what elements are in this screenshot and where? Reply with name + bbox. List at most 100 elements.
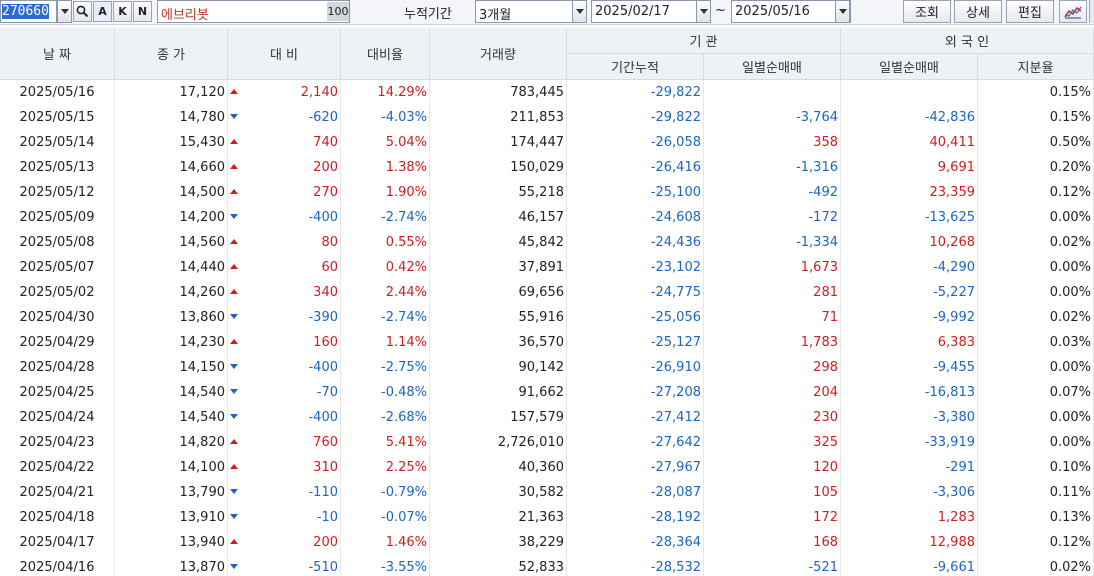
table-row[interactable]: 2025/04/23 14,820 760 5.41% 2,726,010 -27,642… bbox=[0, 430, 1094, 455]
down-arrow-icon bbox=[230, 564, 238, 569]
date-cell: 2025/04/22 bbox=[0, 455, 115, 480]
change-cell: 340 bbox=[228, 280, 341, 305]
table-row[interactable]: 2025/05/12 14,500 270 1.90% 55,218 -25,100 -49… bbox=[0, 180, 1094, 205]
table-row[interactable]: 2025/04/17 13,940 200 1.46% 38,229 -28,364 168… bbox=[0, 530, 1094, 555]
stock-code-input[interactable]: 270660 bbox=[0, 0, 57, 23]
change-cell: 310 bbox=[228, 455, 341, 480]
header-date[interactable]: 날 짜 bbox=[0, 28, 115, 80]
table-row[interactable]: 2025/04/29 14,230 160 1.14% 36,570 -25,127 1,7… bbox=[0, 330, 1094, 355]
period-dropdown-button[interactable] bbox=[572, 0, 587, 23]
inst-cumulative-cell: -27,642 bbox=[567, 430, 704, 455]
date-cell: 2025/05/13 bbox=[0, 155, 115, 180]
volume-cell: 40,360 bbox=[430, 455, 567, 480]
table-row[interactable]: 2025/05/07 14,440 60 0.42% 37,891 -23,102 1,67… bbox=[0, 255, 1094, 280]
table-row[interactable]: 2025/05/14 15,430 740 5.04% 174,447 -26,058 35… bbox=[0, 130, 1094, 155]
query-button[interactable]: 조회 bbox=[903, 0, 951, 23]
foreign-share-cell: 0.15% bbox=[978, 105, 1094, 130]
header-close[interactable]: 종 가 bbox=[115, 28, 228, 80]
table-row[interactable]: 2025/05/09 14,200 -400 -2.74% 46,157 -24,608-… bbox=[0, 205, 1094, 230]
stock-code-dropdown-button[interactable] bbox=[57, 0, 72, 23]
inst-cumulative-cell: -24,608 bbox=[567, 205, 704, 230]
table-row[interactable]: 2025/04/24 14,540 -400 -2.68% 157,579 -27,412… bbox=[0, 405, 1094, 430]
down-arrow-icon bbox=[230, 214, 238, 219]
foreign-daily-cell: -9,992 bbox=[841, 305, 978, 330]
up-arrow-icon bbox=[230, 89, 238, 94]
change-rate-cell: 0.42% bbox=[341, 255, 430, 280]
change-cell: 270 bbox=[228, 180, 341, 205]
change-cell: 740 bbox=[228, 130, 341, 155]
date-cell: 2025/04/23 bbox=[0, 430, 115, 455]
table-row[interactable]: 2025/04/28 14,150 -400 -2.75% 90,142 -26,910 2… bbox=[0, 355, 1094, 380]
foreign-share-cell: 0.11% bbox=[978, 480, 1094, 505]
header-inst-cumulative[interactable]: 기간누적 bbox=[567, 54, 704, 80]
change-rate-cell: -2.75% bbox=[341, 355, 430, 380]
date-to-field[interactable]: 2025/05/16 bbox=[731, 0, 851, 23]
table-row[interactable]: 2025/05/08 14,560 80 0.55% 45,842 -24,436 -1,3… bbox=[0, 230, 1094, 255]
header-foreign-share[interactable]: 지분율 bbox=[978, 54, 1094, 80]
header-foreign-group: 외 국 인 bbox=[841, 28, 1094, 54]
change-cell: 160 bbox=[228, 330, 341, 355]
stock-name-field[interactable]: 에브리봇 100 bbox=[157, 0, 350, 23]
search-button[interactable] bbox=[73, 1, 92, 22]
table-row[interactable]: 2025/05/02 14,260 340 2.44% 69,656 -24,775 281… bbox=[0, 280, 1094, 305]
table-row[interactable]: 2025/04/22 14,100 310 2.25% 40,360 -27,967 120… bbox=[0, 455, 1094, 480]
foreign-share-cell: 0.12% bbox=[978, 530, 1094, 555]
change-rate-cell: 2.44% bbox=[341, 280, 430, 305]
change-rate-cell: -2.74% bbox=[341, 305, 430, 330]
foreign-daily-cell: -16,813 bbox=[841, 380, 978, 405]
header-inst-daily[interactable]: 일별순매매 bbox=[704, 54, 841, 80]
table-row[interactable]: 2025/04/21 13,790 -110 -0.79% 30,582 -28,087 1… bbox=[0, 480, 1094, 505]
change-rate-cell: 14.29% bbox=[341, 80, 430, 105]
change-cell: 2,140 bbox=[228, 80, 341, 105]
foreign-share-cell: 0.00% bbox=[978, 405, 1094, 430]
foreign-daily-cell: 1,283 bbox=[841, 505, 978, 530]
inst-daily-cell: -172 bbox=[704, 205, 841, 230]
date-cell: 2025/05/08 bbox=[0, 230, 115, 255]
date-cell: 2025/05/16 bbox=[0, 80, 115, 105]
header-change-rate[interactable]: 대비율 bbox=[341, 28, 430, 80]
foreign-share-cell: 0.00% bbox=[978, 280, 1094, 305]
close-cell: 14,780 bbox=[115, 105, 228, 130]
change-rate-cell: -4.03% bbox=[341, 105, 430, 130]
header-foreign-daily[interactable]: 일별순매매 bbox=[841, 54, 978, 80]
market-a-button[interactable]: A bbox=[93, 1, 112, 22]
date-cell: 2025/04/28 bbox=[0, 355, 115, 380]
table-row[interactable]: 2025/04/25 14,540 -70 -0.48% 91,662 -27,208 20… bbox=[0, 380, 1094, 405]
table-row[interactable]: 2025/04/18 13,910 -10 -0.07% 21,363 -28,192 17… bbox=[0, 505, 1094, 530]
edit-button[interactable]: 편집 bbox=[1006, 0, 1054, 23]
foreign-share-cell: 0.00% bbox=[978, 255, 1094, 280]
table-row[interactable]: 2025/04/30 13,860 -390 -2.74% 55,916 -25,056 7… bbox=[0, 305, 1094, 330]
chart-button[interactable] bbox=[1059, 0, 1087, 23]
header-change[interactable]: 대 비 bbox=[228, 28, 341, 80]
market-k-button[interactable]: K bbox=[113, 1, 132, 22]
inst-daily-cell: 120 bbox=[704, 455, 841, 480]
detail-button[interactable]: 상세 bbox=[954, 0, 1002, 23]
table-row[interactable]: 2025/05/13 14,660 200 1.38% 150,029 -26,416 -1… bbox=[0, 155, 1094, 180]
foreign-daily-cell: -13,625 bbox=[841, 205, 978, 230]
toolbar-overflow-button[interactable] bbox=[1089, 0, 1094, 23]
table-row[interactable]: 2025/05/15 14,780 -620 -4.03% 211,853 -29,822… bbox=[0, 105, 1094, 130]
foreign-daily-cell: 12,988 bbox=[841, 530, 978, 555]
down-arrow-icon bbox=[230, 389, 238, 394]
change-cell: -620 bbox=[228, 105, 341, 130]
change-rate-cell: -2.68% bbox=[341, 405, 430, 430]
date-from-field[interactable]: 2025/02/17 bbox=[591, 0, 711, 23]
header-volume[interactable]: 거래량 bbox=[430, 28, 567, 80]
change-rate-cell: 1.90% bbox=[341, 180, 430, 205]
table-row[interactable]: 2025/05/16 17,120 2,140 14.29% 783,445 -29,82… bbox=[0, 80, 1094, 105]
date-cell: 2025/04/21 bbox=[0, 480, 115, 505]
foreign-daily-cell: -9,661 bbox=[841, 555, 978, 576]
date-from-dropdown-button[interactable] bbox=[696, 0, 711, 23]
inst-daily-cell: 1,783 bbox=[704, 330, 841, 355]
foreign-daily-cell: 40,411 bbox=[841, 130, 978, 155]
market-n-button[interactable]: N bbox=[133, 1, 152, 22]
inst-cumulative-cell: -25,100 bbox=[567, 180, 704, 205]
foreign-share-cell: 0.13% bbox=[978, 505, 1094, 530]
date-to-dropdown-button[interactable] bbox=[835, 0, 850, 23]
volume-cell: 174,447 bbox=[430, 130, 567, 155]
foreign-share-cell: 0.15% bbox=[978, 80, 1094, 105]
foreign-share-cell: 0.02% bbox=[978, 230, 1094, 255]
table-row[interactable]: 2025/04/16 13,870 -510 -3.55% 52,833 -28,532-… bbox=[0, 555, 1094, 576]
down-arrow-icon bbox=[230, 489, 238, 494]
period-select[interactable]: 3개월 bbox=[475, 0, 586, 23]
